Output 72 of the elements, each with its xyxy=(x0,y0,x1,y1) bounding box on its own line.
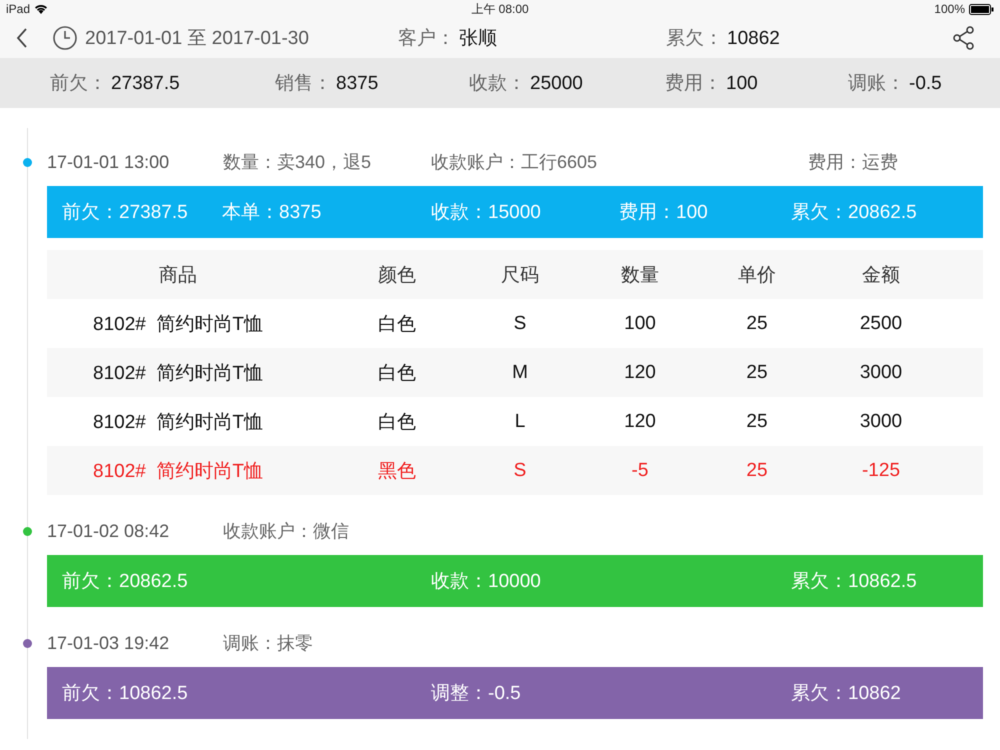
clock-time: 上午 08:00 xyxy=(470,0,530,18)
table-cell-text: 25 xyxy=(745,312,769,334)
entry-info: 收款账户：工行6605 xyxy=(431,151,598,174)
table-cell-text: 2500 xyxy=(858,312,904,334)
table-cell-text: 8102# 简约时尚T恤 xyxy=(92,460,264,484)
summary-value: -0.5 xyxy=(909,73,942,94)
entry-total: 费用：100 xyxy=(619,201,709,225)
summary-label: 前欠： xyxy=(50,73,107,94)
summary-value: 100 xyxy=(726,73,758,94)
entry-total: 调整：-0.5 xyxy=(431,682,522,706)
table-cell-text: 8102# 简约时尚T恤 xyxy=(92,312,264,336)
summary-value: 8375 xyxy=(336,73,378,94)
summary-label: 调账： xyxy=(848,73,905,94)
table-cell-text: 白色 xyxy=(377,362,417,386)
summary-label: 收款： xyxy=(469,73,526,94)
entry-info: 数量：卖340，退5 xyxy=(223,151,372,174)
entry-total: 本单：8375 xyxy=(222,201,322,225)
summary-label: 费用： xyxy=(665,73,722,94)
table-cell-text: 3000 xyxy=(858,410,904,432)
entry-total: 前欠：20862.5 xyxy=(62,570,189,594)
share-icon[interactable] xyxy=(953,26,975,50)
date-range[interactable]: 2017-01-01 至 2017-01-30 xyxy=(85,25,398,51)
table-cell-text: M xyxy=(511,362,529,384)
entry-total: 累欠：10862.5 xyxy=(791,570,918,594)
column-header: 单价 xyxy=(737,264,777,288)
entry-total: 收款：15000 xyxy=(431,201,542,225)
table-cell-text: L xyxy=(514,410,526,432)
entry-time: 17-01-01 13:00 xyxy=(47,152,170,172)
entry-total: 累欠：10862 xyxy=(791,682,902,706)
table-cell-text: 白色 xyxy=(377,410,417,434)
column-header: 数量 xyxy=(620,264,660,288)
column-header: 颜色 xyxy=(377,264,417,288)
back-icon[interactable] xyxy=(16,28,28,48)
entry-total: 前欠：27387.5 xyxy=(62,201,189,225)
table-cell-text: 25 xyxy=(745,410,769,432)
table-cell-text: S xyxy=(512,312,528,334)
entry-total: 累欠：20862.5 xyxy=(791,201,918,225)
table-cell-text: 8102# 简约时尚T恤 xyxy=(92,410,264,434)
table-cell-text: 120 xyxy=(623,362,657,384)
column-header: 商品 xyxy=(158,264,198,288)
customer-name: 张顺 xyxy=(459,28,497,49)
entry-time: 17-01-03 19:42 xyxy=(47,632,170,654)
table-cell-text: 黑色 xyxy=(377,460,417,484)
summary-value: 25000 xyxy=(530,73,583,94)
table-cell-text: 25 xyxy=(745,460,769,482)
battery-icon xyxy=(969,4,994,14)
entry-info: 调账：抹零 xyxy=(223,632,314,655)
customer-label: 客户： xyxy=(398,28,455,49)
entry-total: 收款：10000 xyxy=(431,570,542,594)
table-cell-text: -125 xyxy=(860,460,902,482)
table-cell-text: -5 xyxy=(630,460,650,482)
device-name: iPad xyxy=(6,2,30,16)
table-cell-text: 100 xyxy=(623,312,657,334)
summary-value: 27387.5 xyxy=(111,73,180,94)
clock-icon xyxy=(53,26,77,50)
table-cell-text: 3000 xyxy=(858,362,904,384)
table-cell-text: S xyxy=(512,460,528,482)
entry-time: 17-01-02 08:42 xyxy=(47,520,170,542)
table-cell-text: 白色 xyxy=(377,312,417,336)
total-debt-value: 10862 xyxy=(727,28,780,49)
wifi-icon xyxy=(34,4,48,14)
summary-label: 销售： xyxy=(275,73,332,94)
entry-info: 收款账户：微信 xyxy=(223,520,350,543)
table-cell-text: 8102# 简约时尚T恤 xyxy=(92,362,264,386)
entry-info: 费用：运费 xyxy=(808,151,899,174)
battery-percent: 100% xyxy=(934,2,965,16)
table-cell-text: 25 xyxy=(745,362,769,384)
column-header: 尺码 xyxy=(500,264,540,288)
column-header: 金额 xyxy=(861,264,901,288)
total-debt-label: 累欠： xyxy=(666,28,723,49)
entry-total: 前欠：10862.5 xyxy=(62,682,189,706)
table-cell-text: 120 xyxy=(623,410,657,432)
